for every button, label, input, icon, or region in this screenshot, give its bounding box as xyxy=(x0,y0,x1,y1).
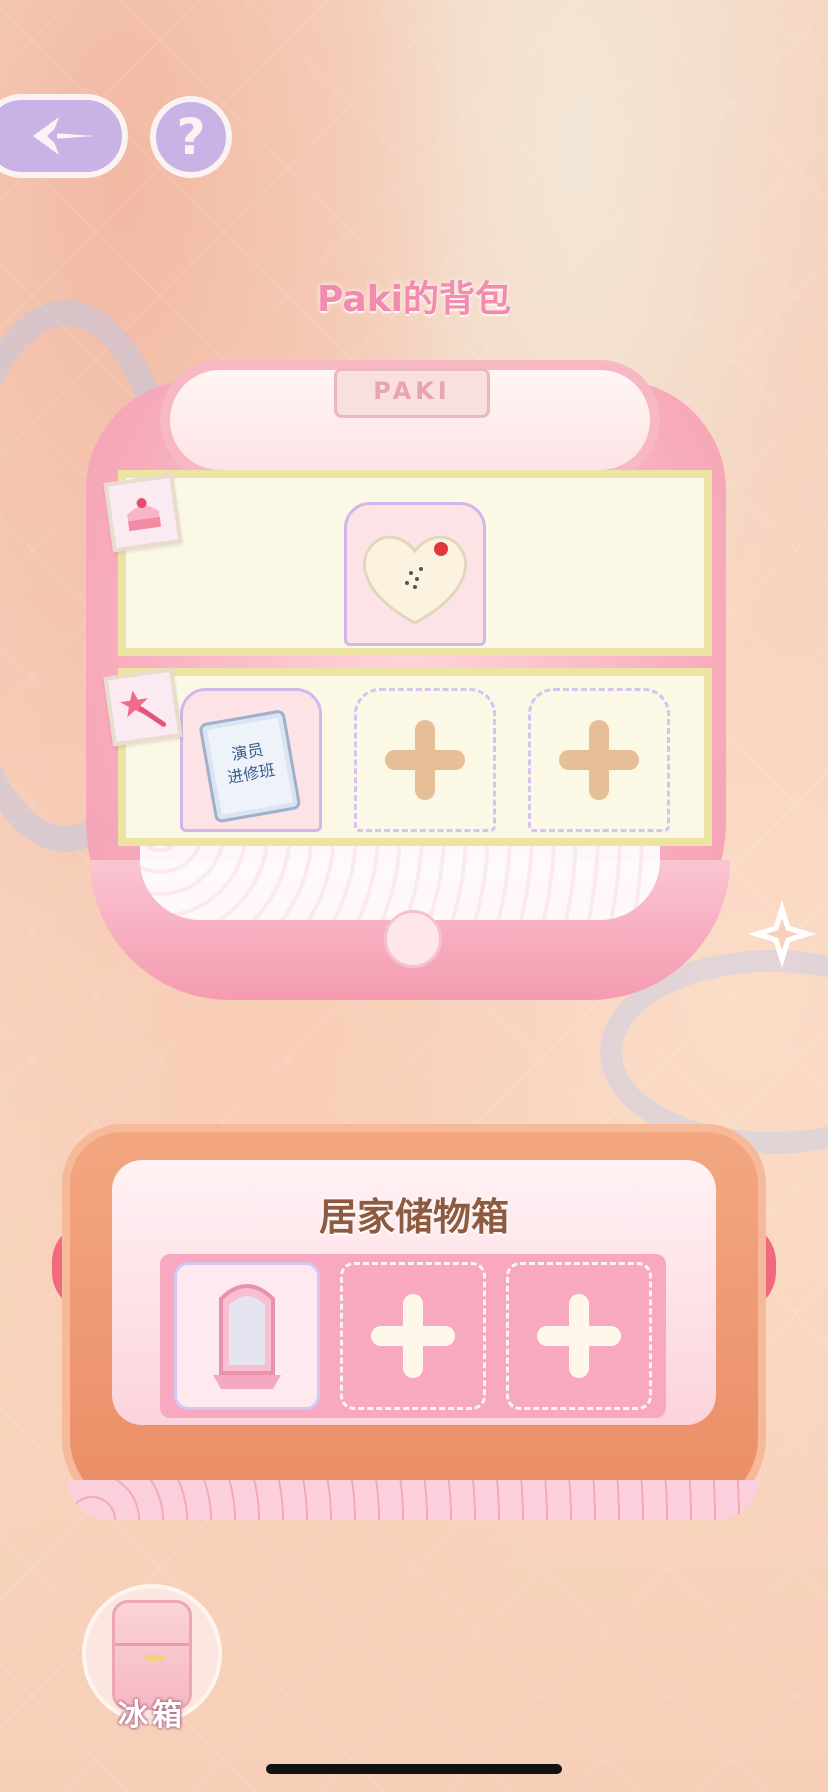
sparkle-arrow-left-icon xyxy=(33,117,95,155)
plus-icon xyxy=(537,1294,621,1378)
plus-icon xyxy=(559,720,639,800)
cake-icon xyxy=(127,498,162,532)
category-food-tab[interactable] xyxy=(103,473,183,553)
storage-slot-filled[interactable] xyxy=(174,1262,320,1410)
backpack-tag: PAKI xyxy=(334,368,490,418)
sparkle-arrow-right-icon[interactable] xyxy=(744,896,820,972)
fridge-door-line xyxy=(115,1643,189,1646)
mirror-icon xyxy=(213,1284,281,1389)
heart-cookie-icon xyxy=(362,535,468,625)
bunny-charm-icon xyxy=(384,910,442,968)
question-mark-icon: ? xyxy=(176,108,206,166)
fridge-handle xyxy=(145,1655,165,1661)
storage-slot-empty[interactable] xyxy=(506,1262,652,1410)
storage-slot-empty[interactable] xyxy=(340,1262,486,1410)
plus-icon xyxy=(385,720,465,800)
storage-frill xyxy=(68,1480,758,1520)
storage-title: 居家储物箱 xyxy=(318,1195,509,1239)
backpack-slot-empty[interactable] xyxy=(354,688,496,832)
backpack-slot-empty[interactable] xyxy=(528,688,670,832)
backpack-slot-filled[interactable]: 演员 进修班 xyxy=(180,688,322,832)
back-button[interactable] xyxy=(0,94,128,178)
plus-icon xyxy=(371,1294,455,1378)
backpack-slot-filled[interactable] xyxy=(344,502,486,646)
home-indicator[interactable] xyxy=(266,1764,562,1774)
magic-wand-icon xyxy=(120,690,167,727)
fridge-label[interactable]: 冰箱 xyxy=(82,1690,222,1734)
storage-tray xyxy=(160,1254,666,1418)
category-tools-tab[interactable] xyxy=(103,667,183,747)
help-button[interactable]: ? xyxy=(150,96,232,178)
backpack-food-section xyxy=(118,470,712,656)
backpack-tools-section: 演员 进修班 xyxy=(118,668,712,846)
backpack-title: Paki的背包 xyxy=(317,279,511,320)
book-icon: 演员 进修班 xyxy=(199,710,301,823)
